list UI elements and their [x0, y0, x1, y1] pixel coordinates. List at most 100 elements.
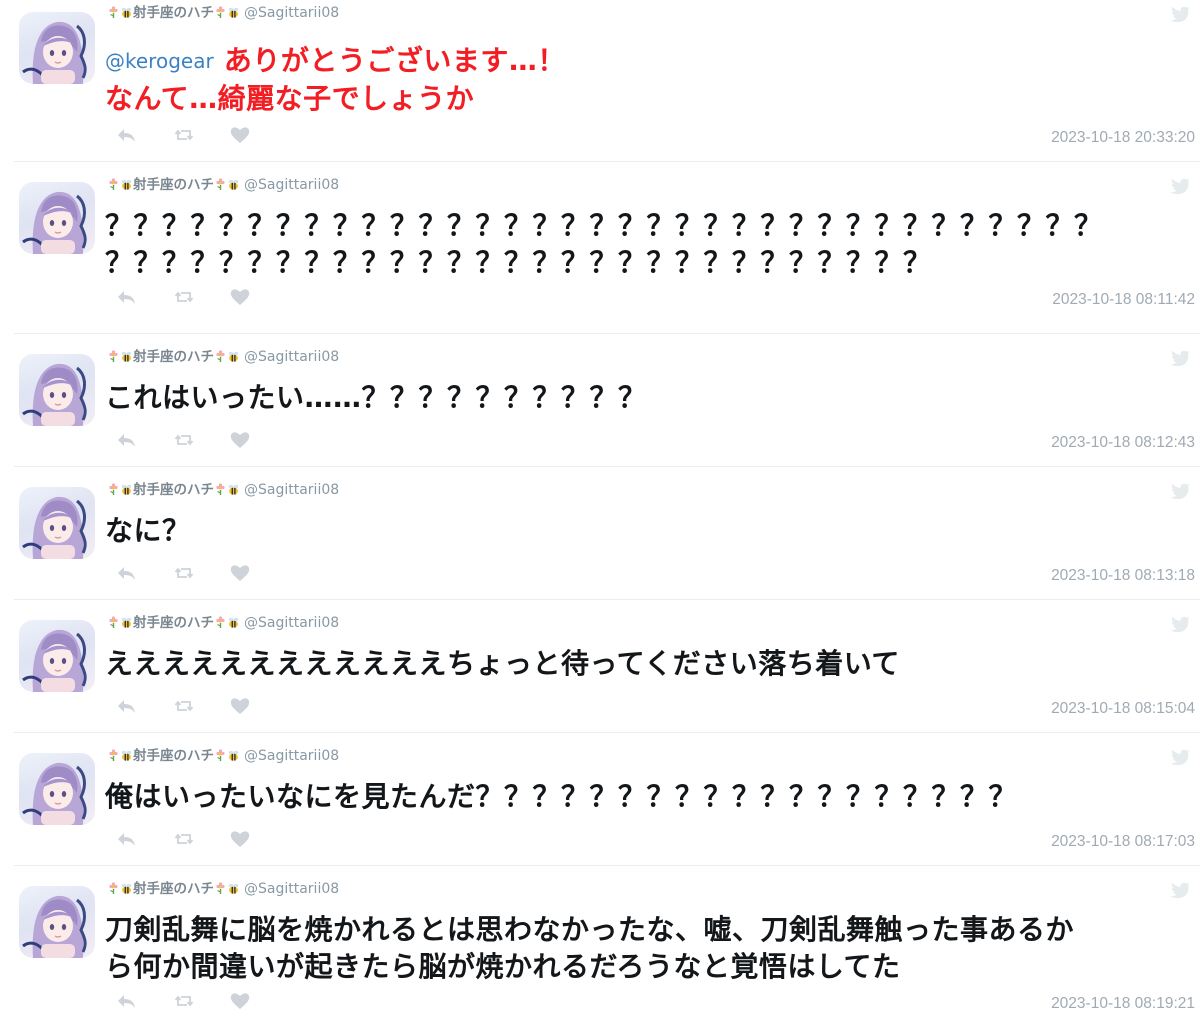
- heart-icon[interactable]: [229, 124, 251, 146]
- heart-icon[interactable]: [229, 990, 251, 1012]
- avatar[interactable]: [19, 182, 95, 254]
- bee-icon: [120, 881, 133, 897]
- reply-icon[interactable]: [115, 124, 137, 146]
- username[interactable]: @Sagittarii08: [244, 349, 339, 365]
- display-name[interactable]: 射手座のハチ: [133, 5, 214, 21]
- tweet-text: 刀剣乱舞に脳を焼かれるとは思わなかったな、嘘、刀剣乱舞触った事あるか ら何か間違い…: [105, 911, 1190, 985]
- tweet: 射手座のハチ @Sagittarii08 俺はいったいなにを見たんだ？？？？？？？？…: [0, 743, 1200, 865]
- author-line: 射手座のハチ @Sagittarii08: [107, 880, 339, 898]
- avatar[interactable]: [19, 753, 95, 825]
- twitter-bird-icon[interactable]: [1170, 749, 1190, 766]
- divider: [14, 161, 1200, 162]
- reply-icon[interactable]: [115, 286, 137, 308]
- flower-icon: [107, 748, 120, 764]
- reply-icon[interactable]: [115, 695, 137, 717]
- divider: [14, 466, 1200, 467]
- bee-icon: [227, 177, 240, 193]
- timestamp[interactable]: 2023-10-18 08:15:04: [1051, 700, 1195, 718]
- tweet-text-line: ええええええええええええちょっと待ってください落ち着いて: [105, 645, 1190, 682]
- twitter-bird-icon[interactable]: [1170, 616, 1190, 633]
- tweet-text-line: ？？？？？？？？？？？？？？？？？？？？？？？？？？？？？: [105, 244, 1190, 281]
- retweet-icon[interactable]: [173, 429, 195, 451]
- tweet: 射手座のハチ @Sagittarii08 刀剣乱舞に脳を焼かれるとは思わなかったな、…: [0, 876, 1200, 1029]
- username[interactable]: @Sagittarii08: [244, 482, 339, 498]
- bee-icon: [227, 482, 240, 498]
- flower-icon: [107, 5, 120, 21]
- author-line: 射手座のハチ @Sagittarii08: [107, 614, 339, 632]
- divider: [14, 865, 1200, 866]
- tweet-text-line: 刀剣乱舞に脳を焼かれるとは思わなかったな、嘘、刀剣乱舞触った事あるか: [105, 911, 1190, 948]
- author-line: 射手座のハチ @Sagittarii08: [107, 176, 339, 194]
- timestamp[interactable]: 2023-10-18 20:33:20: [1051, 129, 1195, 147]
- bee-icon: [120, 615, 133, 631]
- bee-icon: [120, 748, 133, 764]
- retweet-icon[interactable]: [173, 695, 195, 717]
- username[interactable]: @Sagittarii08: [244, 881, 339, 897]
- twitter-bird-icon[interactable]: [1170, 350, 1190, 367]
- avatar[interactable]: [19, 620, 95, 692]
- tweet-text-content: これはいったい……？？？？？？？？？？: [105, 381, 647, 414]
- tweet-text-line: なんて…綺麗な子でしょうか: [105, 80, 1190, 117]
- heart-icon[interactable]: [229, 695, 251, 717]
- tweet-text: なに？: [105, 512, 1190, 549]
- display-name[interactable]: 射手座のハチ: [133, 482, 214, 498]
- twitter-bird-icon[interactable]: [1170, 483, 1190, 500]
- tweet-text-content: ら何か間違いが起きたら脳が焼かれるだろうなと覚悟はしてた: [105, 950, 901, 983]
- username[interactable]: @Sagittarii08: [244, 615, 339, 631]
- reply-icon[interactable]: [115, 828, 137, 850]
- display-name[interactable]: 射手座のハチ: [133, 177, 214, 193]
- avatar[interactable]: [19, 487, 95, 559]
- heart-icon[interactable]: [229, 429, 251, 451]
- reply-icon[interactable]: [115, 429, 137, 451]
- heart-icon[interactable]: [229, 828, 251, 850]
- tweet-text-line: ？？？？？？？？？？？？？？？？？？？？？？？？？？？？？？？？？？？: [105, 207, 1190, 244]
- heart-icon[interactable]: [229, 286, 251, 308]
- username[interactable]: @Sagittarii08: [244, 748, 339, 764]
- timestamp[interactable]: 2023-10-18 08:13:18: [1051, 567, 1195, 585]
- retweet-icon[interactable]: [173, 990, 195, 1012]
- twitter-bird-icon[interactable]: [1170, 882, 1190, 899]
- tweet: 射手座のハチ @Sagittarii08 これはいったい……？？？？？？？？？？ 20…: [0, 344, 1200, 466]
- flower-icon: [214, 349, 227, 365]
- retweet-icon[interactable]: [173, 828, 195, 850]
- flower-icon: [214, 177, 227, 193]
- display-name[interactable]: 射手座のハチ: [133, 615, 214, 631]
- retweet-icon[interactable]: [173, 286, 195, 308]
- tweet-text-content: 刀剣乱舞に脳を焼かれるとは思わなかったな、嘘、刀剣乱舞触った事あるか: [105, 913, 1075, 946]
- timestamp[interactable]: 2023-10-18 08:11:42: [1052, 291, 1195, 309]
- display-name[interactable]: 射手座のハチ: [133, 881, 214, 897]
- flower-icon: [107, 482, 120, 498]
- avatar[interactable]: [19, 12, 95, 84]
- reply-icon[interactable]: [115, 990, 137, 1012]
- author-line: 射手座のハチ @Sagittarii08: [107, 4, 339, 22]
- retweet-icon[interactable]: [173, 562, 195, 584]
- mention-link[interactable]: @kerogear: [105, 49, 214, 73]
- retweet-icon[interactable]: [173, 124, 195, 146]
- bee-icon: [227, 349, 240, 365]
- tweet-text-content: ？？？？？？？？？？？？？？？？？？？？？？？？？？？？？: [105, 246, 932, 279]
- display-name[interactable]: 射手座のハチ: [133, 748, 214, 764]
- avatar[interactable]: [19, 886, 95, 958]
- flower-icon: [107, 881, 120, 897]
- display-name[interactable]: 射手座のハチ: [133, 349, 214, 365]
- avatar[interactable]: [19, 354, 95, 426]
- flower-icon: [107, 177, 120, 193]
- bee-icon: [227, 748, 240, 764]
- tweet-text-content: ？？？？？？？？？？？？？？？？？？？？？？？？？？？？？？？？？？？: [105, 209, 1103, 242]
- timestamp[interactable]: 2023-10-18 08:12:43: [1051, 434, 1195, 452]
- tweet-text-content: なに？: [105, 514, 191, 547]
- heart-icon[interactable]: [229, 562, 251, 584]
- timestamp[interactable]: 2023-10-18 08:17:03: [1051, 833, 1195, 851]
- tweet-text: これはいったい……？？？？？？？？？？: [105, 379, 1190, 416]
- tweet-text-content: 俺はいったいなにを見たんだ？？？？？？？？？？？？？？？？？？？: [105, 780, 1018, 813]
- username[interactable]: @Sagittarii08: [244, 5, 339, 21]
- bee-icon: [227, 5, 240, 21]
- tweet: 射手座のハチ @Sagittarii08 ええええええええええええちょっと待ってくだ…: [0, 610, 1200, 732]
- twitter-bird-icon[interactable]: [1170, 178, 1190, 195]
- flower-icon: [214, 615, 227, 631]
- timestamp[interactable]: 2023-10-18 08:19:21: [1051, 995, 1195, 1013]
- reply-icon[interactable]: [115, 562, 137, 584]
- username[interactable]: @Sagittarii08: [244, 177, 339, 193]
- tweet-text-line: @kerogear ありがとうございます…！: [105, 42, 1190, 80]
- twitter-bird-icon[interactable]: [1170, 6, 1190, 23]
